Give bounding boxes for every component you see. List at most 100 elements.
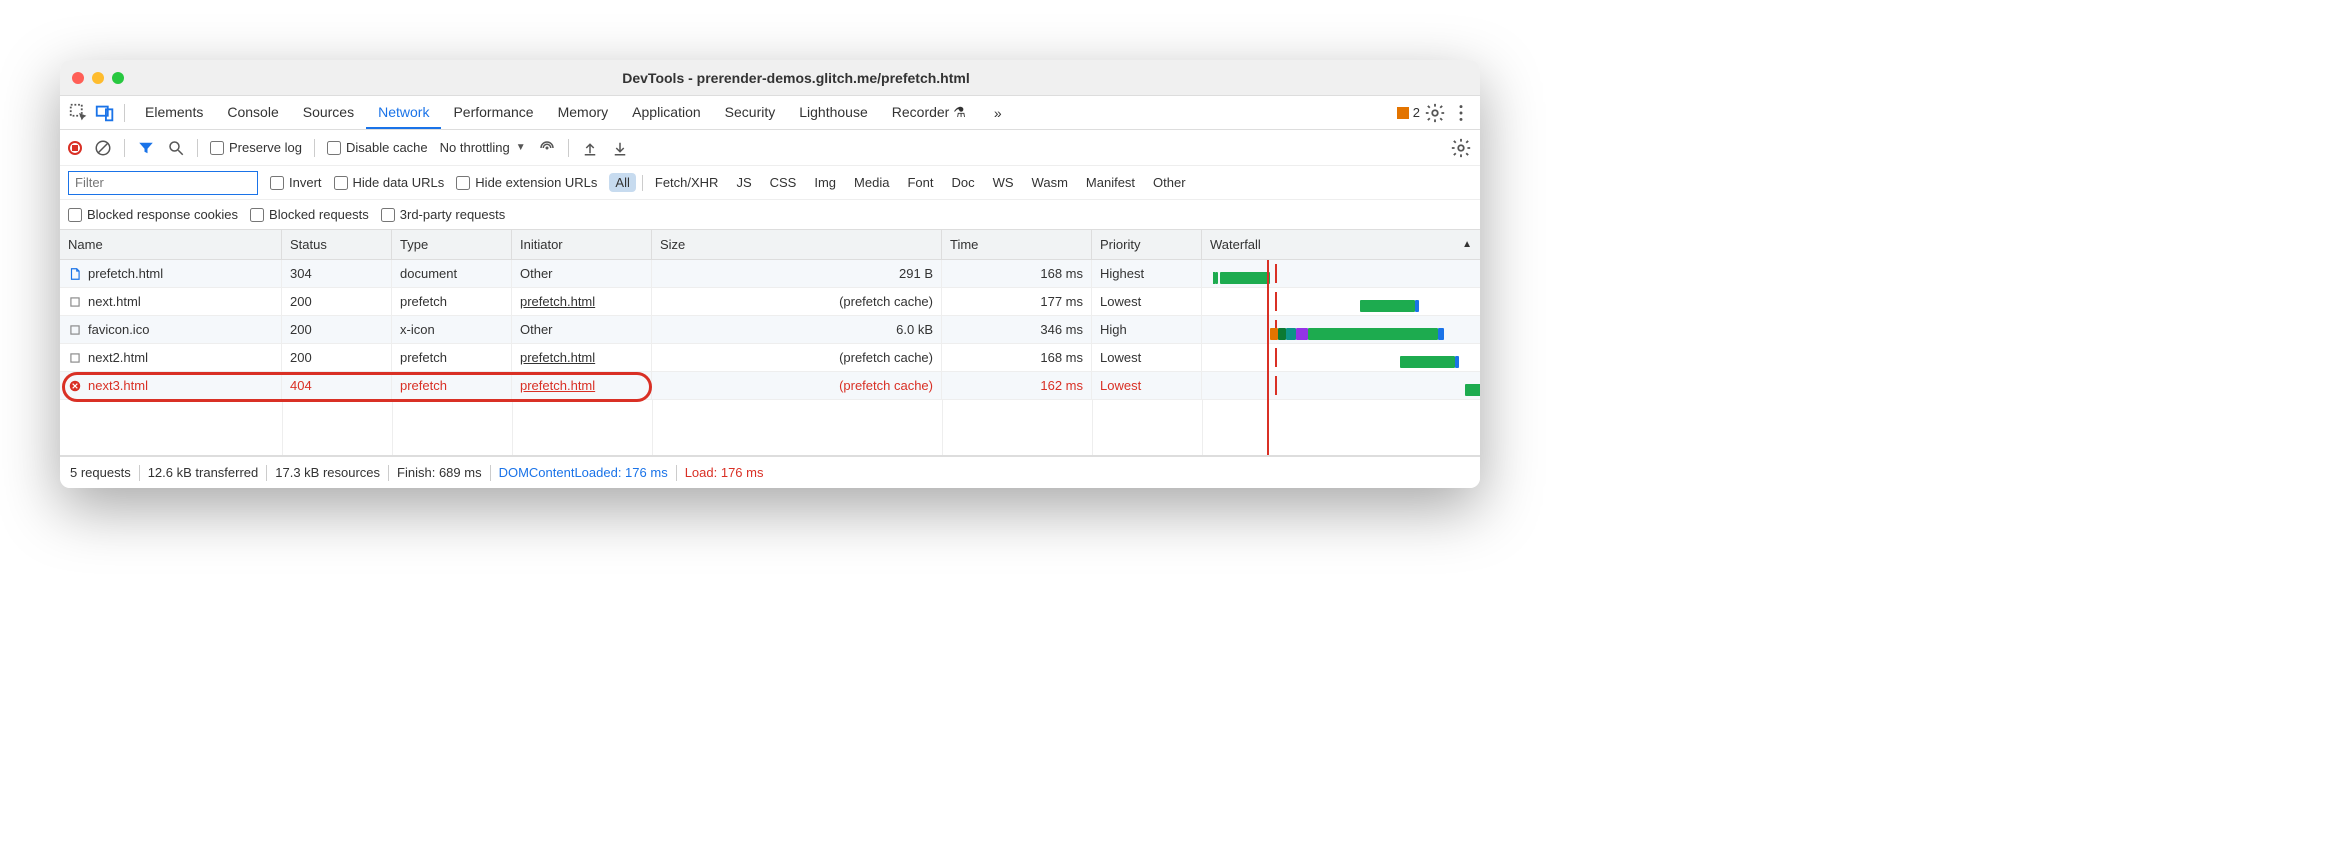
tab-lighthouse[interactable]: Lighthouse bbox=[787, 97, 880, 129]
blocked-cookies-label: Blocked response cookies bbox=[87, 207, 238, 222]
window-controls bbox=[72, 72, 124, 84]
filter-type-css[interactable]: CSS bbox=[764, 173, 803, 192]
cell: prefetch bbox=[392, 288, 512, 315]
divider bbox=[197, 139, 198, 157]
more-menu-icon[interactable] bbox=[1450, 102, 1472, 124]
status-resources: 17.3 kB resources bbox=[275, 465, 380, 480]
col-size[interactable]: Size bbox=[652, 230, 942, 259]
tab-recorder[interactable]: Recorder ⚗ bbox=[880, 97, 978, 129]
col-type[interactable]: Type bbox=[392, 230, 512, 259]
upload-har-icon[interactable] bbox=[581, 139, 599, 157]
filter-icon[interactable] bbox=[137, 139, 155, 157]
col-priority[interactable]: Priority bbox=[1092, 230, 1202, 259]
filter-type-ws[interactable]: WS bbox=[987, 173, 1020, 192]
cell: prefetch.html bbox=[512, 344, 652, 371]
search-icon[interactable] bbox=[167, 139, 185, 157]
filter-bar: Invert Hide data URLs Hide extension URL… bbox=[60, 166, 1480, 200]
issues-count: 2 bbox=[1413, 105, 1420, 120]
preserve-log-label: Preserve log bbox=[229, 140, 302, 155]
status-load: Load: 176 ms bbox=[685, 465, 764, 480]
invert-checkbox[interactable]: Invert bbox=[270, 175, 322, 190]
filter-input[interactable] bbox=[68, 171, 258, 195]
cell: Other bbox=[512, 316, 652, 343]
settings-gear-icon[interactable] bbox=[1424, 102, 1446, 124]
filter-type-doc[interactable]: Doc bbox=[945, 173, 980, 192]
filter-type-all[interactable]: All bbox=[609, 173, 635, 192]
tab-security[interactable]: Security bbox=[713, 97, 788, 129]
document-icon bbox=[68, 267, 82, 281]
throttling-select[interactable]: No throttling ▼ bbox=[440, 140, 526, 155]
cell: Highest bbox=[1092, 260, 1202, 287]
filter-type-wasm[interactable]: Wasm bbox=[1026, 173, 1074, 192]
device-toolbar-icon[interactable] bbox=[94, 102, 116, 124]
cell: Lowest bbox=[1092, 344, 1202, 371]
tab-application[interactable]: Application bbox=[620, 97, 713, 129]
initiator-link[interactable]: prefetch.html bbox=[520, 294, 595, 309]
blocked-requests-checkbox[interactable]: Blocked requests bbox=[250, 207, 369, 222]
cell-name: prefetch.html bbox=[60, 260, 282, 287]
record-button[interactable] bbox=[68, 141, 82, 155]
cell-waterfall bbox=[1202, 344, 1480, 371]
cell-name: next.html bbox=[60, 288, 282, 315]
close-window-button[interactable] bbox=[72, 72, 84, 84]
third-party-label: 3rd-party requests bbox=[400, 207, 506, 222]
filter-type-img[interactable]: Img bbox=[808, 173, 842, 192]
col-status[interactable]: Status bbox=[282, 230, 392, 259]
cell-name: next2.html bbox=[60, 344, 282, 371]
cell-waterfall bbox=[1202, 260, 1480, 287]
disable-cache-checkbox[interactable]: Disable cache bbox=[327, 140, 428, 155]
network-grid-header: Name Status Type Initiator Size Time Pri… bbox=[60, 230, 1480, 260]
filter-type-manifest[interactable]: Manifest bbox=[1080, 173, 1141, 192]
network-settings-gear-icon[interactable] bbox=[1450, 137, 1472, 159]
tab-network[interactable]: Network bbox=[366, 97, 441, 129]
tab-performance[interactable]: Performance bbox=[441, 97, 545, 129]
tab-memory[interactable]: Memory bbox=[546, 97, 621, 129]
filter-type-other[interactable]: Other bbox=[1147, 173, 1192, 192]
col-name[interactable]: Name bbox=[60, 230, 282, 259]
minimize-window-button[interactable] bbox=[92, 72, 104, 84]
col-time[interactable]: Time bbox=[942, 230, 1092, 259]
cell: 291 B bbox=[652, 260, 942, 287]
clear-icon[interactable] bbox=[94, 139, 112, 157]
divider bbox=[124, 104, 125, 122]
cell: prefetch bbox=[392, 344, 512, 371]
cell: (prefetch cache) bbox=[652, 344, 942, 371]
tab-elements[interactable]: Elements bbox=[133, 97, 215, 129]
cell: 200 bbox=[282, 288, 392, 315]
initiator-link[interactable]: prefetch.html bbox=[520, 378, 595, 393]
initiator-link[interactable]: prefetch.html bbox=[520, 350, 595, 365]
flask-icon: ⚗ bbox=[949, 104, 965, 120]
more-tabs-button[interactable]: » bbox=[982, 98, 1014, 128]
filter-type-js[interactable]: JS bbox=[730, 173, 757, 192]
invert-label: Invert bbox=[289, 175, 322, 190]
main-tabbar: ElementsConsoleSourcesNetworkPerformance… bbox=[60, 96, 1480, 130]
divider bbox=[314, 139, 315, 157]
col-waterfall[interactable]: Waterfall▲ bbox=[1202, 230, 1480, 259]
empty-rows bbox=[60, 400, 1480, 456]
filter-type-font[interactable]: Font bbox=[901, 173, 939, 192]
file-name: next.html bbox=[88, 294, 141, 309]
issues-chip[interactable]: 2 bbox=[1397, 105, 1420, 120]
blocked-cookies-checkbox[interactable]: Blocked response cookies bbox=[68, 207, 238, 222]
error-icon bbox=[68, 379, 82, 393]
download-har-icon[interactable] bbox=[611, 139, 629, 157]
preserve-log-checkbox[interactable]: Preserve log bbox=[210, 140, 302, 155]
cell: prefetch bbox=[392, 372, 512, 399]
third-party-checkbox[interactable]: 3rd-party requests bbox=[381, 207, 506, 222]
hide-extension-urls-checkbox[interactable]: Hide extension URLs bbox=[456, 175, 597, 190]
tab-console[interactable]: Console bbox=[215, 97, 290, 129]
cell-waterfall bbox=[1202, 316, 1480, 343]
col-initiator[interactable]: Initiator bbox=[512, 230, 652, 259]
cell: x-icon bbox=[392, 316, 512, 343]
maximize-window-button[interactable] bbox=[112, 72, 124, 84]
filter-type-media[interactable]: Media bbox=[848, 173, 895, 192]
status-requests: 5 requests bbox=[70, 465, 131, 480]
hide-data-urls-checkbox[interactable]: Hide data URLs bbox=[334, 175, 445, 190]
file-name: prefetch.html bbox=[88, 266, 163, 281]
cell: Lowest bbox=[1092, 372, 1202, 399]
filter-type-fetchxhr[interactable]: Fetch/XHR bbox=[649, 173, 725, 192]
status-domcontentloaded: DOMContentLoaded: 176 ms bbox=[499, 465, 668, 480]
network-conditions-icon[interactable] bbox=[538, 139, 556, 157]
tab-sources[interactable]: Sources bbox=[291, 97, 366, 129]
inspect-element-icon[interactable] bbox=[68, 102, 90, 124]
